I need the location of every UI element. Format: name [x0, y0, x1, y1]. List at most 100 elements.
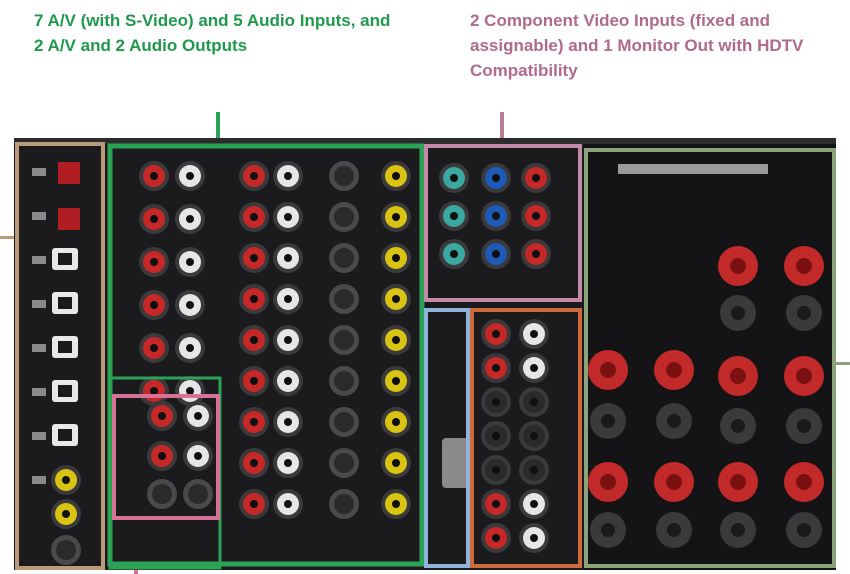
av-audio-left-jack-pin: [284, 459, 292, 467]
av-svideo-jack: [334, 412, 354, 432]
rear-panel-graphic: [14, 138, 836, 570]
optical-input-jack: [58, 385, 72, 397]
front-left-plus-terminal-center: [730, 258, 746, 274]
av-audio-right-jack-pin: [250, 295, 258, 303]
component-y-jack-pin: [450, 212, 458, 220]
surround-right-minus-terminal-center: [667, 523, 681, 537]
speaker-leader-line: [834, 362, 850, 365]
av-video-jack-pin: [392, 418, 400, 426]
phono-right-jack-pin: [158, 452, 166, 460]
av-svideo-jack: [334, 248, 354, 268]
component-video-caption: 2 Component Video Inputs (fixed and assi…: [470, 11, 804, 80]
center-plus-terminal-center: [600, 362, 616, 378]
surround-right-plus-terminal-center: [666, 474, 682, 490]
av-audio-right-jack-pin: [250, 172, 258, 180]
panel-label: [32, 388, 46, 396]
av-audio-left-jack-pin: [284, 254, 292, 262]
av-svideo-jack: [334, 289, 354, 309]
av-audio-left-jack-pin: [284, 295, 292, 303]
av-video-jack-pin: [392, 172, 400, 180]
av-video-jack-pin: [392, 500, 400, 508]
audio-in-left-jack-pin: [186, 387, 194, 395]
surround-center-plus-terminal-center: [666, 362, 682, 378]
rear-panel-photo: [14, 138, 836, 570]
caution-label: [618, 164, 768, 174]
phono-left-jack-pin: [194, 452, 202, 460]
panel-label: [32, 168, 46, 176]
av-audio-right-jack-pin: [250, 500, 258, 508]
audio-in-left-jack-pin: [186, 215, 194, 223]
rear-left-plus-terminal-center: [730, 368, 746, 384]
front-right-minus-terminal-center: [797, 306, 811, 320]
center-minus-terminal-center: [601, 414, 615, 428]
md-in-left-jack-pin: [194, 412, 202, 420]
component-pr-jack-pin: [532, 250, 540, 258]
pre-out-right-jack-pin: [492, 534, 500, 542]
panel-label: [32, 300, 46, 308]
md-in-right-jack-pin: [158, 412, 166, 420]
front-right-plus-terminal-center: [796, 258, 812, 274]
digital-coax-jack: [58, 162, 80, 184]
av-audio-left-jack-pin: [284, 500, 292, 508]
av-video-jack-pin: [392, 336, 400, 344]
pre-out-left-jack-pin: [530, 500, 538, 508]
av-svideo-jack: [334, 207, 354, 227]
component-y-jack-pin: [450, 250, 458, 258]
rear-right-minus-terminal-center: [797, 419, 811, 433]
av-audio-right-jack-pin: [250, 459, 258, 467]
av-video-jack-pin: [392, 377, 400, 385]
av-audio-right-jack-pin: [250, 336, 258, 344]
pre-out-left-jack-pin: [530, 534, 538, 542]
front-left-minus-terminal-center: [731, 306, 745, 320]
av-svideo-jack: [334, 330, 354, 350]
av-audio-left-jack-pin: [284, 213, 292, 221]
pre-out-left-jack-pin: [530, 330, 538, 338]
optical-input-jack: [58, 429, 72, 441]
av-video-jack-pin: [392, 459, 400, 467]
audio-in-right-jack-pin: [150, 387, 158, 395]
audio-in-left-jack-pin: [186, 172, 194, 180]
av-audio-left-jack-pin: [284, 418, 292, 426]
svideo-out-jack: [56, 540, 76, 560]
speaker-section-bg: [584, 138, 836, 570]
audio-in-right-jack-pin: [150, 172, 158, 180]
av-svideo-jack: [334, 453, 354, 473]
pre-out-left-jack-pin: [530, 432, 538, 440]
surround-back-right-plus-terminal-center: [796, 474, 812, 490]
panel-top-edge: [14, 138, 836, 144]
av-video-jack-pin: [392, 213, 400, 221]
audio-in-right-jack-pin: [150, 215, 158, 223]
av-svideo-jack: [334, 494, 354, 514]
av-audio-left-jack-pin: [284, 336, 292, 344]
pre-out-right-jack-pin: [492, 432, 500, 440]
av-audio-left-jack-pin: [284, 172, 292, 180]
component-pb-jack-pin: [492, 250, 500, 258]
pre-out-right-jack-pin: [492, 500, 500, 508]
audio-in-left-jack-pin: [186, 301, 194, 309]
av-video-jack-pin: [392, 254, 400, 262]
sub-out-jack: [188, 484, 208, 504]
optical-input-jack: [58, 341, 72, 353]
pre-out-right-jack-pin: [492, 398, 500, 406]
component-pb-jack-pin: [492, 174, 500, 182]
rear-right-plus-terminal-center: [796, 368, 812, 384]
av-audio-right-jack-pin: [250, 418, 258, 426]
component-y-jack-pin: [450, 174, 458, 182]
pre-out-right-jack-pin: [492, 330, 500, 338]
av-inputs-caption: 7 A/V (with S-Video) and 5 Audio Inputs,…: [34, 11, 391, 55]
surround-center-minus-terminal-center: [667, 414, 681, 428]
av-audio-left-jack-pin: [284, 377, 292, 385]
phono-ground-jack: [152, 484, 172, 504]
panel-label: [32, 256, 46, 264]
component-pr-jack-pin: [532, 174, 540, 182]
pre-out-left-jack-pin: [530, 466, 538, 474]
av-video-jack-pin: [392, 295, 400, 303]
av-audio-right-jack-pin: [250, 254, 258, 262]
pre-out-right-jack-pin: [492, 466, 500, 474]
optical-input-jack: [58, 297, 72, 309]
pre-out-left-jack-pin: [530, 364, 538, 372]
pre-out-right-jack-pin: [492, 364, 500, 372]
surround-back-left-plus-terminal-center: [730, 474, 746, 490]
surround-left-minus-terminal-center: [601, 523, 615, 537]
panel-label: [32, 212, 46, 220]
